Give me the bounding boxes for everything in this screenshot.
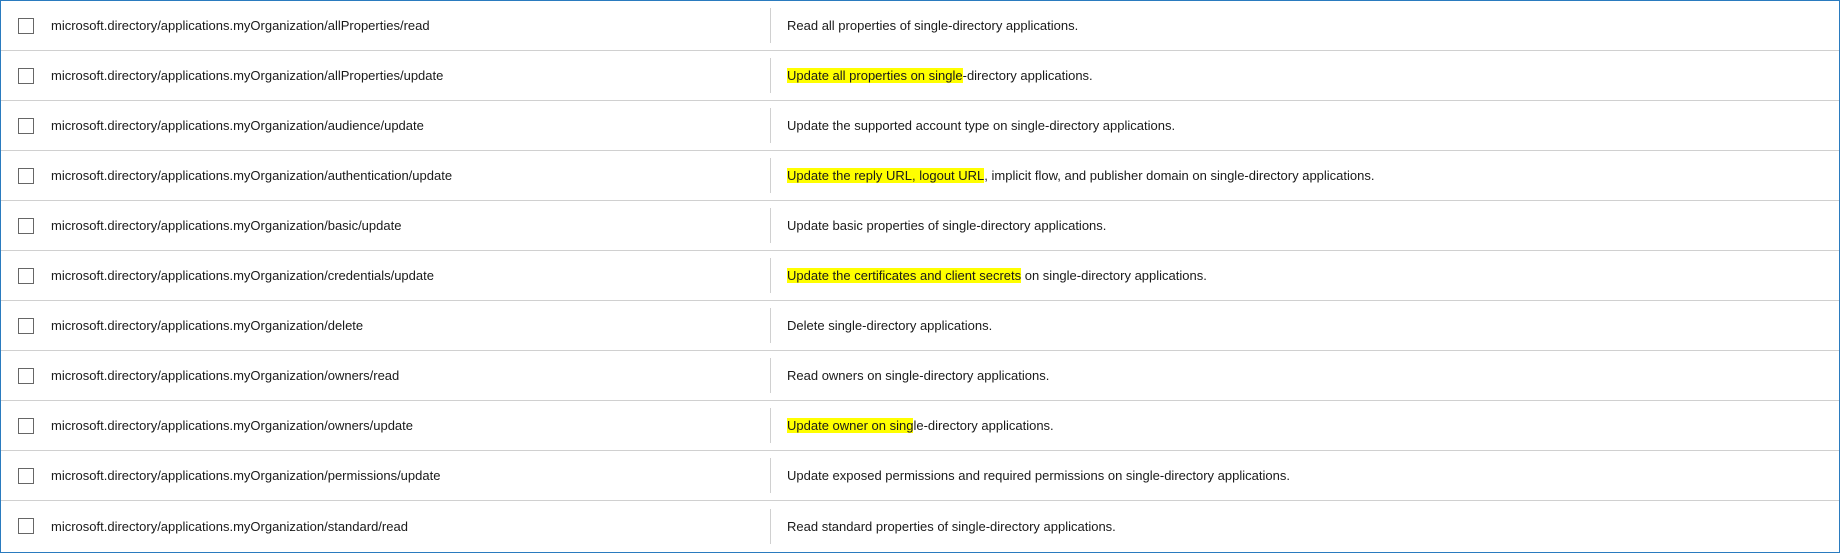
table-row: microsoft.directory/applications.myOrgan… (1, 151, 1839, 201)
table-row: microsoft.directory/applications.myOrgan… (1, 201, 1839, 251)
checkbox-row-7[interactable] (18, 318, 34, 334)
checkbox-row-2[interactable] (18, 68, 34, 84)
checkbox-row-11[interactable] (18, 518, 34, 534)
highlighted-text: Update all properties on single (787, 68, 963, 83)
permission-description: Update the certificates and client secre… (771, 258, 1839, 293)
checkbox-cell (1, 210, 51, 242)
permission-name: microsoft.directory/applications.myOrgan… (51, 258, 771, 293)
checkbox-row-5[interactable] (18, 218, 34, 234)
permission-name: microsoft.directory/applications.myOrgan… (51, 8, 771, 43)
permission-description: Read standard properties of single-direc… (771, 509, 1839, 544)
permission-name: microsoft.directory/applications.myOrgan… (51, 58, 771, 93)
checkbox-cell (1, 10, 51, 42)
permission-name: microsoft.directory/applications.myOrgan… (51, 208, 771, 243)
checkbox-row-10[interactable] (18, 468, 34, 484)
checkbox-cell (1, 110, 51, 142)
permission-description: Read owners on single-directory applicat… (771, 358, 1839, 393)
checkbox-row-3[interactable] (18, 118, 34, 134)
permission-name: microsoft.directory/applications.myOrgan… (51, 358, 771, 393)
table-row: microsoft.directory/applications.myOrgan… (1, 251, 1839, 301)
table-row: microsoft.directory/applications.myOrgan… (1, 351, 1839, 401)
checkbox-cell (1, 360, 51, 392)
table-row: microsoft.directory/applications.myOrgan… (1, 451, 1839, 501)
table-row: microsoft.directory/applications.myOrgan… (1, 1, 1839, 51)
checkbox-row-8[interactable] (18, 368, 34, 384)
permission-description: Update basic properties of single-direct… (771, 208, 1839, 243)
permission-name: microsoft.directory/applications.myOrgan… (51, 509, 771, 544)
permission-name: microsoft.directory/applications.myOrgan… (51, 158, 771, 193)
checkbox-row-6[interactable] (18, 268, 34, 284)
table-row: microsoft.directory/applications.myOrgan… (1, 301, 1839, 351)
highlighted-text: Update owner on sing (787, 418, 913, 433)
checkbox-cell (1, 510, 51, 542)
permission-name: microsoft.directory/applications.myOrgan… (51, 308, 771, 343)
table-row: microsoft.directory/applications.myOrgan… (1, 401, 1839, 451)
checkbox-cell (1, 60, 51, 92)
permission-name: microsoft.directory/applications.myOrgan… (51, 108, 771, 143)
permissions-table: microsoft.directory/applications.myOrgan… (0, 0, 1840, 553)
checkbox-row-4[interactable] (18, 168, 34, 184)
checkbox-cell (1, 410, 51, 442)
permission-description: Update the reply URL, logout URL, implic… (771, 158, 1839, 193)
permission-name: microsoft.directory/applications.myOrgan… (51, 458, 771, 493)
checkbox-cell (1, 260, 51, 292)
highlighted-text: Update the certificates and client secre… (787, 268, 1021, 283)
table-row: microsoft.directory/applications.myOrgan… (1, 51, 1839, 101)
permission-description: Update all properties on single-director… (771, 58, 1839, 93)
highlighted-text: Update the reply URL, logout URL (787, 168, 984, 183)
checkbox-cell (1, 460, 51, 492)
table-row: microsoft.directory/applications.myOrgan… (1, 101, 1839, 151)
checkbox-row-1[interactable] (18, 18, 34, 34)
table-row: microsoft.directory/applications.myOrgan… (1, 501, 1839, 551)
checkbox-cell (1, 160, 51, 192)
permission-description: Update exposed permissions and required … (771, 458, 1839, 493)
permission-description: Update owner on single-directory applica… (771, 408, 1839, 443)
permission-description: Delete single-directory applications. (771, 308, 1839, 343)
permission-description: Read all properties of single-directory … (771, 8, 1839, 43)
permission-description: Update the supported account type on sin… (771, 108, 1839, 143)
checkbox-row-9[interactable] (18, 418, 34, 434)
permission-name: microsoft.directory/applications.myOrgan… (51, 408, 771, 443)
checkbox-cell (1, 310, 51, 342)
